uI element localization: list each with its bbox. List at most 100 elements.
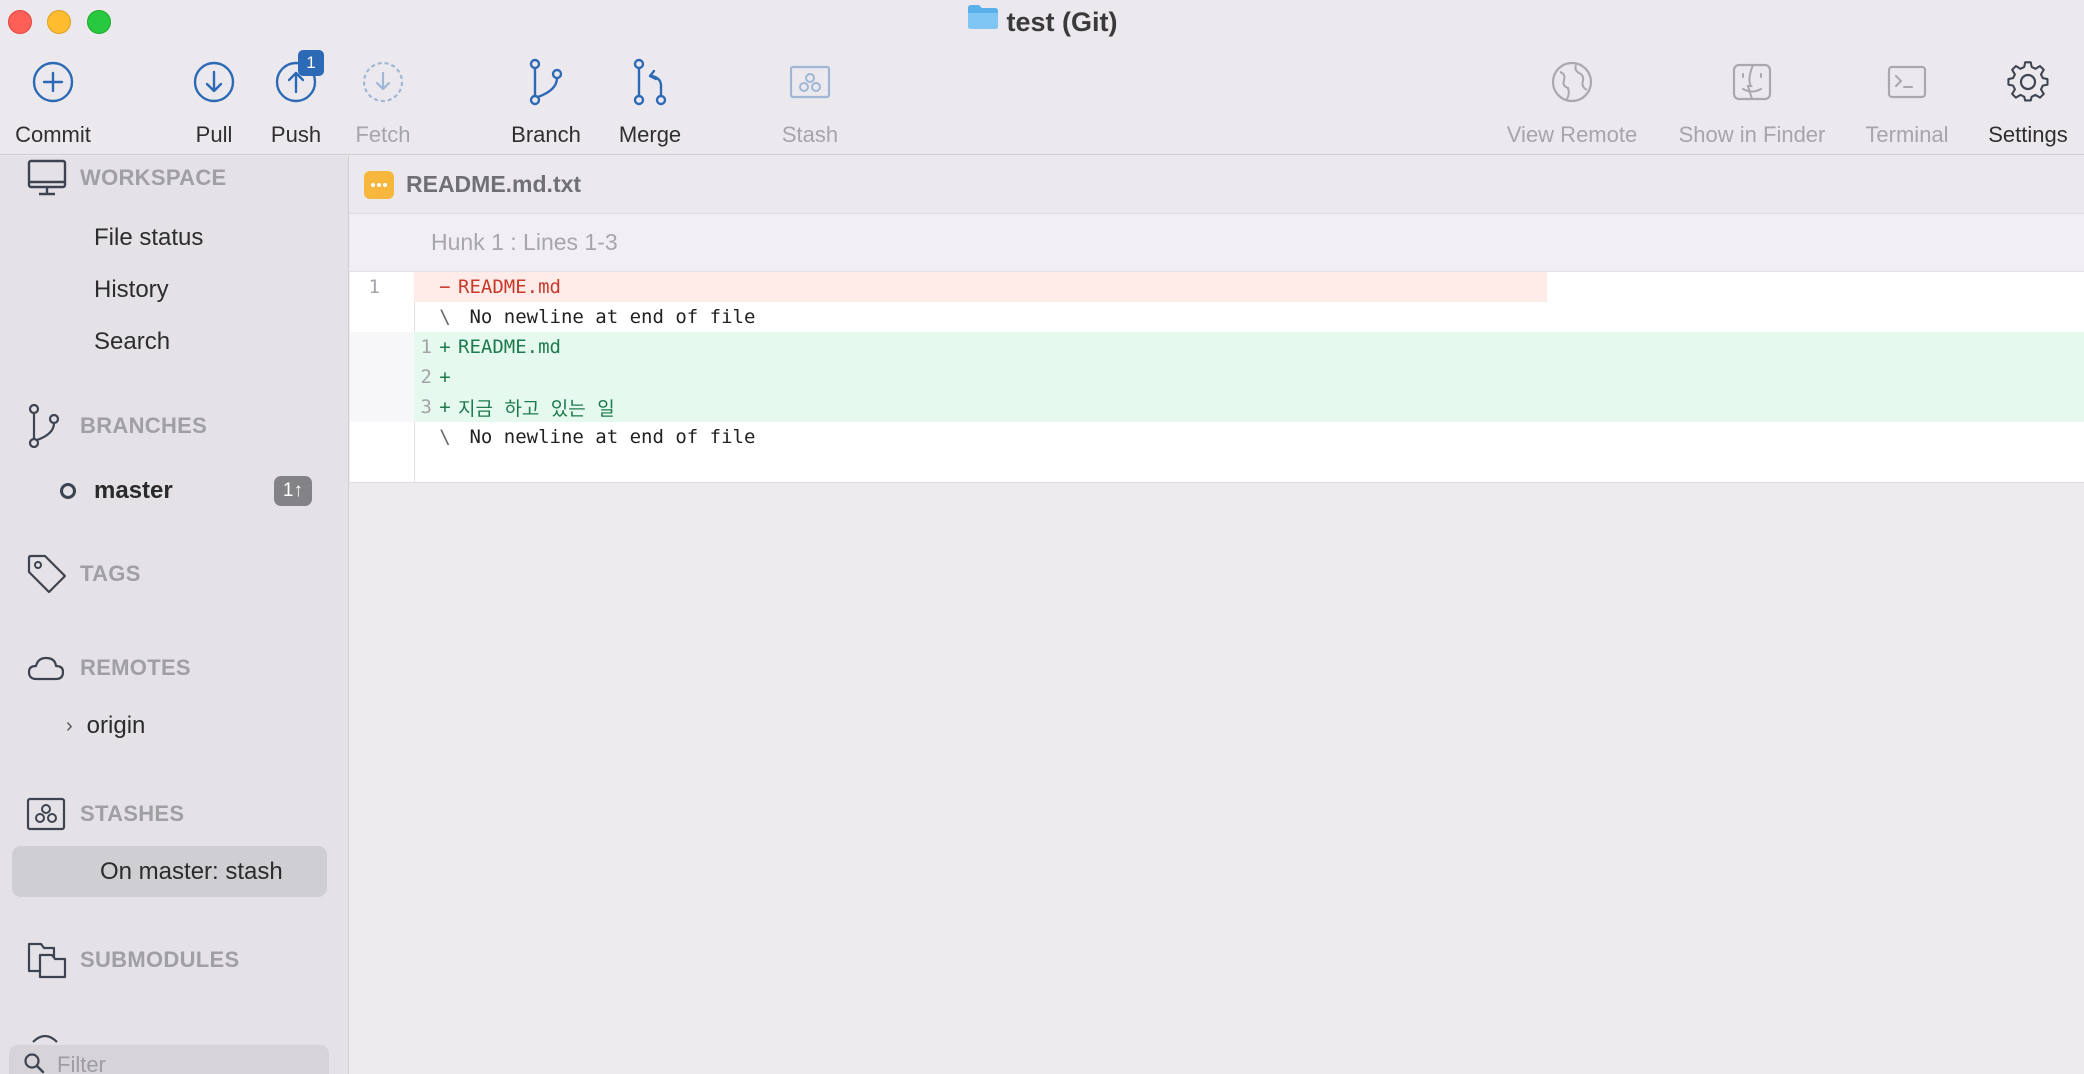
push-button[interactable]: 1 Push: [268, 50, 324, 152]
tags-heading: TAGS: [80, 561, 141, 586]
filter-field[interactable]: [9, 1045, 329, 1074]
view-remote-button[interactable]: View Remote: [1504, 56, 1640, 152]
merge-label: Merge: [618, 122, 682, 147]
diff-marker: +: [439, 336, 451, 358]
old-line-number: [350, 366, 380, 388]
merge-icon: [624, 56, 676, 108]
diff-code: 지금 하고 있는 일: [458, 397, 615, 420]
commit-label: Commit: [15, 122, 91, 147]
diff-line-meta[interactable]: \ No newline at end of file: [350, 302, 2084, 332]
branch-icon: [26, 404, 72, 448]
remotes-heading: REMOTES: [80, 655, 191, 680]
stash-item-selected[interactable]: On master: stash: [12, 846, 327, 897]
push-count-badge: 1: [298, 50, 324, 76]
diff-line-del[interactable]: 1 − README.md: [350, 272, 2084, 302]
stash-icon: [26, 792, 72, 836]
show-in-finder-label: Show in Finder: [1678, 122, 1826, 147]
arrow-up-circle-icon: 1: [270, 50, 324, 108]
submodules-section-header[interactable]: SUBMODULES: [26, 938, 239, 982]
fetch-label: Fetch: [355, 122, 411, 147]
sidebar-item-history[interactable]: History: [94, 276, 169, 304]
settings-button[interactable]: Settings: [1984, 56, 2072, 152]
diff-panel: README.md.txt Hunk 1 : Lines 1-3 1− READM…: [350, 156, 2084, 1074]
sidebar: WORKSPACE File status History Search BRA…: [0, 156, 349, 1074]
diff-marker: \: [439, 306, 451, 328]
commit-button[interactable]: Commit: [12, 56, 94, 152]
terminal-label: Terminal: [1865, 122, 1949, 147]
diff-code: No newline at end of file: [458, 306, 756, 328]
view-remote-label: View Remote: [1506, 122, 1638, 147]
workspace-heading: WORKSPACE: [80, 165, 227, 190]
diff-lines-container: 1− README.md \ No newline at end of file 1 +…: [350, 272, 2084, 452]
finder-icon: [1726, 56, 1778, 108]
stash-icon: [784, 56, 836, 108]
remote-name: origin: [86, 712, 146, 739]
diff-marker: +: [439, 396, 451, 418]
remotes-section-header[interactable]: REMOTES: [26, 646, 191, 690]
terminal-button[interactable]: Terminal: [1862, 56, 1952, 152]
diff-line-add[interactable]: 2 +: [350, 362, 2084, 392]
branches-heading: BRANCHES: [80, 413, 208, 438]
window-title-text: test (Git): [1006, 7, 1118, 37]
arrow-down-circle-icon: [188, 56, 240, 108]
plus-circle-icon: [27, 56, 79, 108]
submodules-heading: SUBMODULES: [80, 947, 240, 972]
branch-name: master: [94, 477, 173, 504]
diff-line-background: [414, 362, 2084, 392]
branch-label: Branch: [511, 122, 581, 147]
stashes-heading: STASHES: [80, 801, 185, 826]
folder-icon: [967, 3, 999, 39]
window-title: test (Git): [0, 4, 2084, 40]
file-header[interactable]: README.md.txt: [350, 156, 2084, 214]
fetch-button[interactable]: Fetch: [352, 56, 414, 152]
stash-button[interactable]: Stash: [780, 56, 840, 152]
merge-button[interactable]: Merge: [616, 56, 684, 152]
remote-item-origin[interactable]: › origin: [66, 712, 145, 740]
diff-line-add[interactable]: 3 + 지금 하고 있는 일: [350, 392, 2084, 422]
terminal-icon: [1881, 56, 1933, 108]
line-numbers: 1: [350, 336, 432, 358]
cloud-icon: [26, 646, 72, 690]
diff-lines: 1− README.md \ No newline at end of file 1 +…: [350, 272, 2084, 482]
diff-code: README.md: [458, 276, 561, 298]
old-line-number: 1: [368, 276, 380, 298]
old-line-number: [350, 396, 380, 418]
diff-code: README.md: [458, 336, 561, 358]
diff-line-meta[interactable]: \ No newline at end of file: [350, 422, 2084, 452]
show-in-finder-button[interactable]: Show in Finder: [1674, 56, 1830, 152]
diff-marker: −: [439, 276, 451, 298]
line-numbers: 3: [350, 396, 432, 418]
file-name: README.md.txt: [406, 171, 582, 197]
chevron-right-icon[interactable]: ›: [66, 715, 73, 738]
fetch-icon: [357, 56, 409, 108]
tag-icon: [26, 552, 72, 596]
line-numbers: 2: [350, 366, 432, 388]
branch-button[interactable]: Branch: [508, 56, 584, 152]
pull-button[interactable]: Pull: [188, 56, 240, 152]
current-branch-indicator: [60, 483, 76, 499]
branch-icon: [520, 56, 572, 108]
tags-section-header[interactable]: TAGS: [26, 552, 141, 596]
settings-label: Settings: [1988, 122, 2068, 147]
branches-section-header[interactable]: BRANCHES: [26, 404, 207, 448]
search-icon: [23, 1052, 45, 1074]
filter-input[interactable]: [57, 1052, 317, 1074]
diff-line-add[interactable]: 1 + README.md: [350, 332, 2084, 362]
sidebar-item-search[interactable]: Search: [94, 328, 170, 356]
submodules-icon: [26, 938, 72, 982]
new-line-number: 1: [420, 336, 432, 358]
sidebar-item-file-status[interactable]: File status: [94, 224, 203, 252]
new-line-number: 2: [420, 366, 432, 388]
stashes-section-header[interactable]: STASHES: [26, 792, 184, 836]
ahead-count-badge: 1↑: [273, 476, 312, 506]
line-numbers: 1: [350, 276, 432, 298]
monitor-icon: [26, 156, 72, 200]
new-line-number: [380, 276, 432, 298]
branch-item-master[interactable]: master 1↑: [60, 473, 312, 509]
diff-hunk: Hunk 1 : Lines 1-3 1− README.md \ No newli…: [350, 214, 2084, 483]
gear-icon: [2002, 56, 2054, 108]
diff-line-background: [414, 392, 2084, 422]
new-line-number: 3: [420, 396, 432, 418]
workspace-section-header[interactable]: WORKSPACE: [26, 156, 227, 200]
diff-marker: \: [439, 426, 451, 448]
